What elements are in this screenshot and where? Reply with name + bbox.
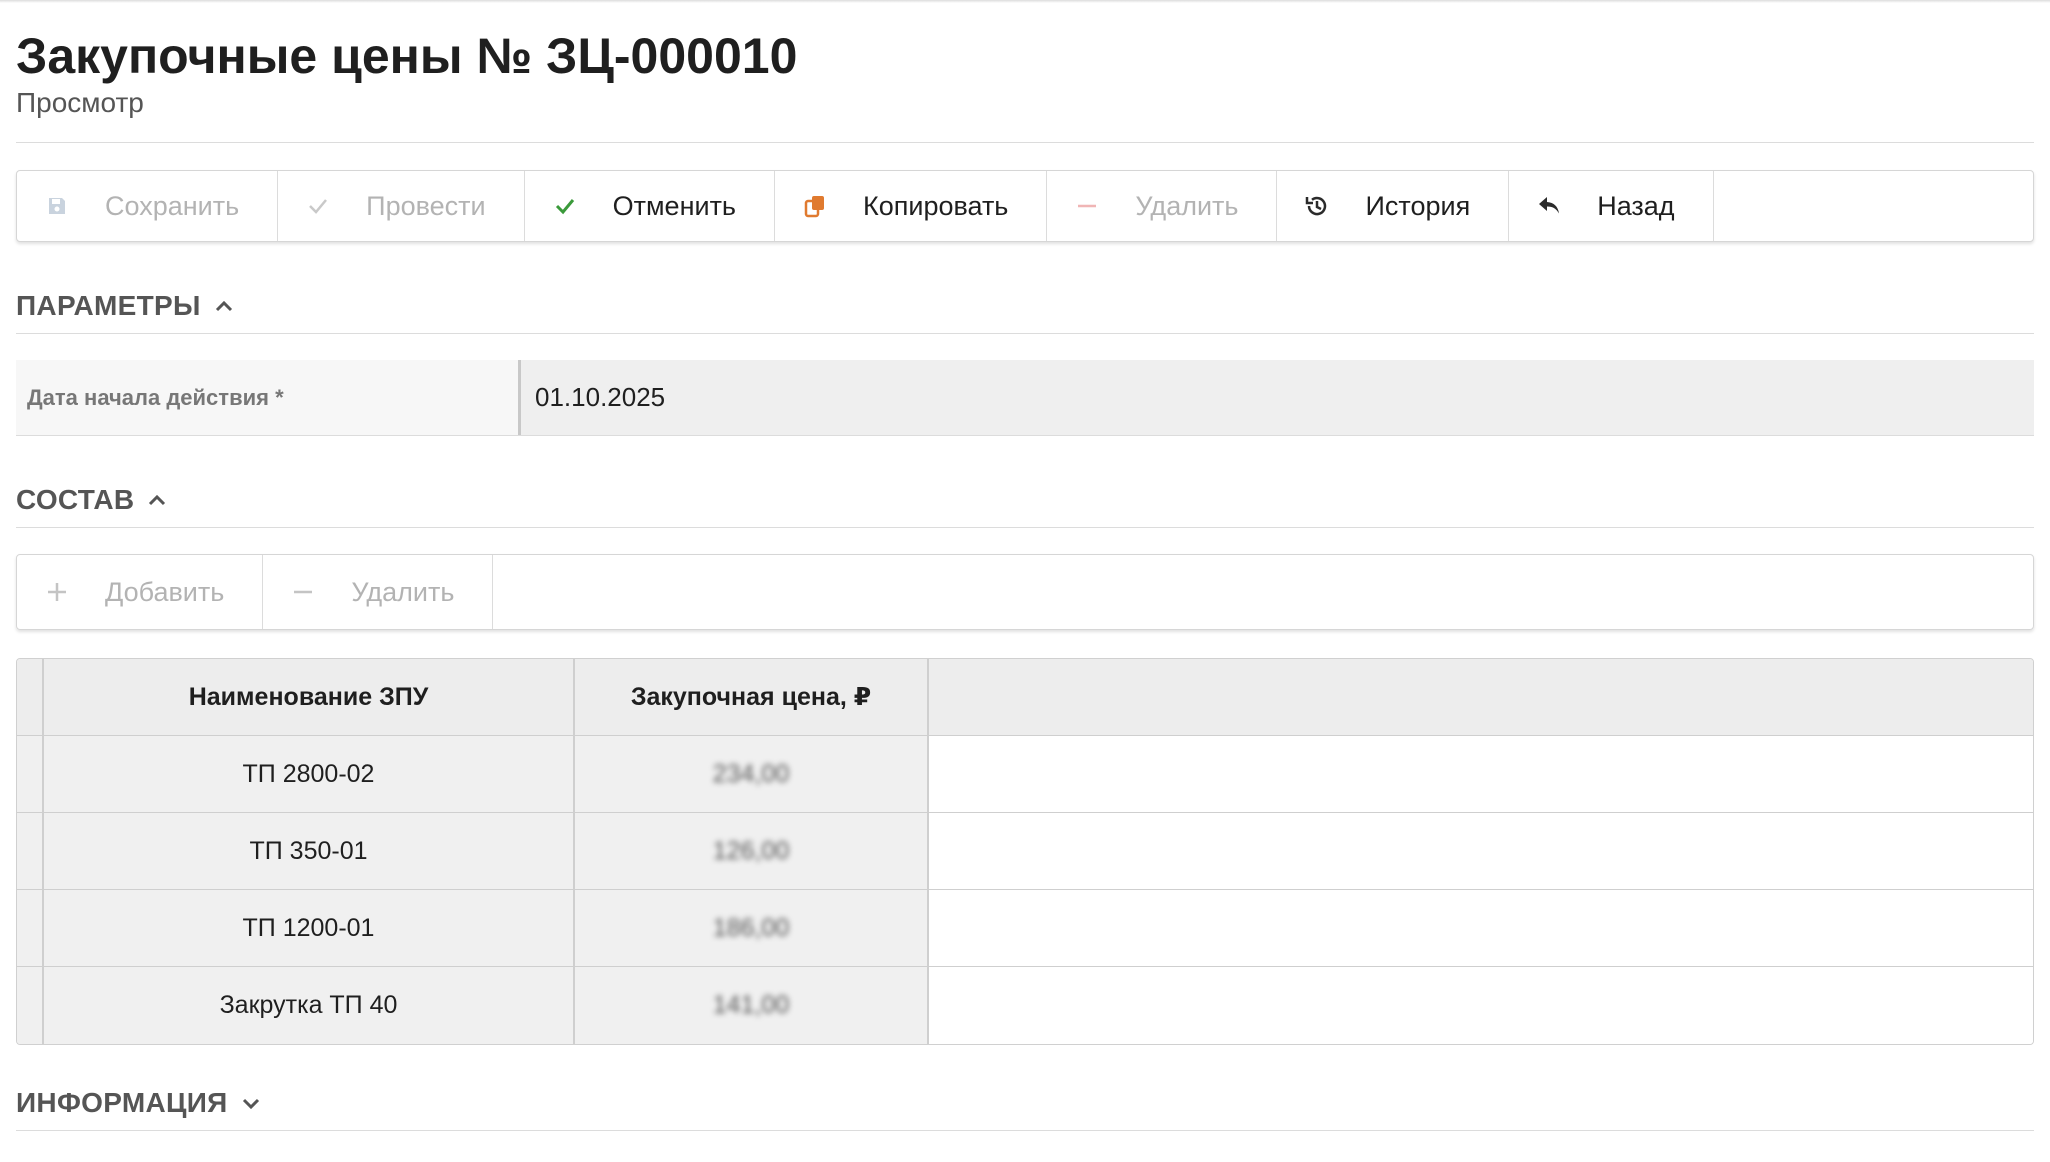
info-section-toggle[interactable]: ИНФОРМАЦИЯ (16, 1075, 2034, 1131)
cell-price: 141,00 (575, 967, 929, 1044)
column-header-price[interactable]: Закупочная цена, ₽ (575, 659, 929, 735)
start-date-label: Дата начала действия * (16, 360, 518, 435)
add-row-button-label: Добавить (105, 576, 225, 607)
chevron-up-icon (213, 295, 235, 317)
back-arrow-icon (1533, 190, 1565, 222)
table-row[interactable]: ТП 2800-02 234,00 (17, 736, 2033, 813)
delete-row-button-label: Удалить (351, 576, 455, 607)
cell-price-value: 234,00 (712, 759, 790, 788)
plus-icon (41, 576, 73, 608)
table-row[interactable]: ТП 1200-01 186,00 (17, 890, 2033, 967)
copy-button[interactable]: Копировать (775, 171, 1048, 241)
copy-icon (799, 190, 831, 222)
chevron-down-icon (240, 1092, 262, 1114)
cell-name: ТП 2800-02 (44, 736, 575, 812)
post-button-label: Провести (366, 190, 486, 221)
checkmark-icon (549, 190, 581, 222)
history-icon (1301, 190, 1333, 222)
row-selector[interactable] (17, 967, 44, 1044)
cell-price: 186,00 (575, 890, 929, 966)
row-selector-header (17, 659, 44, 735)
column-header-filler (929, 659, 2033, 735)
back-button[interactable]: Назад (1509, 171, 1714, 241)
info-section-title: ИНФОРМАЦИЯ (16, 1086, 228, 1118)
cancel-posting-button-label: Отменить (612, 190, 736, 221)
history-button[interactable]: История (1277, 171, 1510, 241)
column-header-name[interactable]: Наименование ЗПУ (44, 659, 575, 735)
composition-section-title: СОСТАВ (16, 483, 135, 515)
delete-button-label: Удалить (1135, 190, 1239, 221)
composition-toolbar: Добавить Удалить (16, 554, 2034, 630)
checkmark-icon (302, 190, 334, 222)
row-selector[interactable] (17, 890, 44, 966)
row-selector[interactable] (17, 736, 44, 812)
table-row[interactable]: Закрутка ТП 40 141,00 (17, 967, 2033, 1044)
chevron-up-icon (146, 489, 168, 511)
cell-name: ТП 350-01 (44, 813, 575, 889)
minus-icon (1071, 190, 1103, 222)
top-shadow (0, 0, 2050, 3)
delete-row-button[interactable]: Удалить (263, 555, 494, 629)
table-header-row: Наименование ЗПУ Закупочная цена, ₽ (17, 659, 2033, 736)
cell-price: 234,00 (575, 736, 929, 812)
minus-icon (287, 576, 319, 608)
save-button-label: Сохранить (105, 190, 240, 221)
cell-price-value: 186,00 (712, 913, 790, 942)
page-header: Закупочные цены № ЗЦ-000010 Просмотр (16, 0, 2034, 143)
cell-price: 126,00 (575, 813, 929, 889)
history-button-label: История (1365, 190, 1471, 221)
row-selector[interactable] (17, 813, 44, 889)
cell-name: Закрутка ТП 40 (44, 967, 575, 1044)
cell-filler (929, 813, 2033, 889)
save-button[interactable]: Сохранить (17, 171, 279, 241)
cell-filler (929, 890, 2033, 966)
params-section-toggle[interactable]: ПАРАМЕТРЫ (16, 278, 2034, 334)
cancel-posting-button[interactable]: Отменить (525, 171, 775, 241)
cell-name: ТП 1200-01 (44, 890, 575, 966)
start-date-row: Дата начала действия * 01.10.2025 (16, 360, 2034, 436)
cell-price-value: 126,00 (712, 836, 790, 865)
start-date-field[interactable]: 01.10.2025 (518, 360, 2034, 435)
table-row[interactable]: ТП 350-01 126,00 (17, 813, 2033, 890)
add-row-button[interactable]: Добавить (17, 555, 264, 629)
page-mode: Просмотр (16, 87, 144, 118)
cell-price-value: 141,00 (712, 991, 790, 1019)
back-button-label: Назад (1597, 190, 1675, 221)
composition-table: Наименование ЗПУ Закупочная цена, ₽ ТП 2… (16, 658, 2034, 1045)
floppy-disk-icon (41, 190, 73, 222)
composition-section-toggle[interactable]: СОСТАВ (16, 472, 2034, 528)
delete-button[interactable]: Удалить (1047, 171, 1278, 241)
page-title: Закупочные цены № ЗЦ-000010 (16, 28, 798, 84)
document-page: Закупочные цены № ЗЦ-000010 Просмотр Сох… (0, 0, 2050, 1162)
copy-button-label: Копировать (863, 190, 1009, 221)
params-section-title: ПАРАМЕТРЫ (16, 289, 201, 321)
cell-filler (929, 736, 2033, 812)
cell-filler (929, 967, 2033, 1044)
post-button[interactable]: Провести (278, 171, 525, 241)
main-toolbar: Сохранить Провести Отменить Копировать У… (16, 170, 2034, 242)
